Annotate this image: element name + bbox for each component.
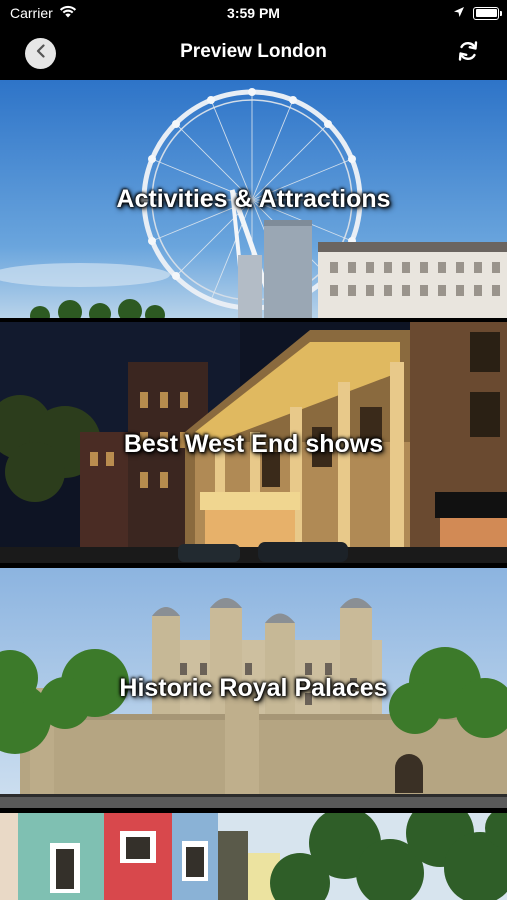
refresh-icon (456, 39, 480, 68)
status-time: 3:59 PM (227, 5, 280, 21)
refresh-button[interactable] (453, 38, 483, 68)
tile-historic-royal-palaces[interactable]: Historic Royal Palaces (0, 568, 507, 808)
colorful-houses-photo (0, 813, 507, 900)
status-right (453, 5, 502, 21)
tile-label: Activities & Attractions (116, 185, 391, 213)
category-list: Activities & Attractions Best West End s… (0, 80, 507, 900)
tile-activities-attractions[interactable]: Activities & Attractions (0, 80, 507, 318)
navigation-bar: Preview London (0, 26, 507, 80)
tile-colorful-houses[interactable] (0, 813, 507, 900)
page-title: Preview London (180, 41, 327, 62)
tile-label: Best West End shows (123, 430, 384, 458)
status-bar: Carrier 3:59 PM (0, 0, 507, 26)
tile-label: Historic Royal Palaces (119, 674, 388, 702)
battery-full-icon (473, 6, 502, 20)
tile-best-west-end-shows[interactable]: Best West End shows (0, 322, 507, 563)
location-arrow-icon (453, 5, 465, 21)
